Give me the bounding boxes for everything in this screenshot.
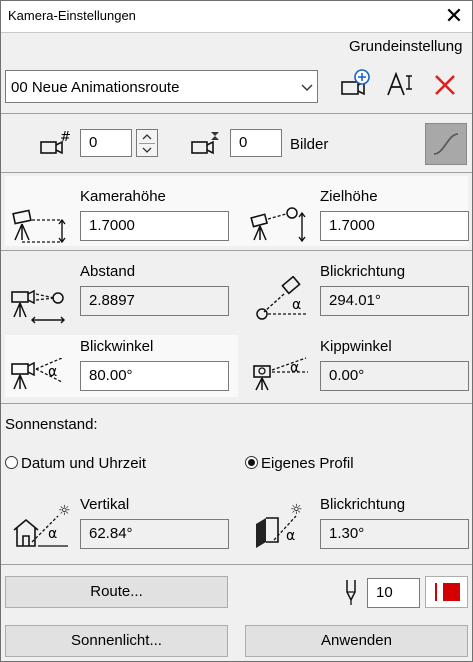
sun-direction-icon: ☼ α — [256, 502, 303, 548]
target-height-label: Zielhöhe — [320, 188, 378, 205]
pen-icon — [346, 580, 356, 605]
svg-text:α: α — [286, 528, 295, 544]
target-height-icon — [250, 207, 306, 243]
divider — [1, 564, 472, 565]
svg-text:α: α — [48, 364, 57, 380]
images-label: Bilder — [290, 136, 329, 153]
camera-count-icon: # — [40, 131, 70, 155]
window-title: Kamera-Einstellungen — [8, 8, 136, 23]
rename-icon[interactable] — [386, 70, 416, 98]
sun-vertical-icon: ☼ α — [13, 503, 71, 547]
view-angle-icon: α — [11, 358, 63, 390]
svg-text:☼: ☼ — [290, 502, 303, 518]
view-angle-input[interactable]: 80.00° — [80, 361, 229, 391]
sunlight-button[interactable]: Sonnenlicht... — [5, 625, 228, 657]
svg-text:α: α — [292, 297, 301, 313]
divider — [1, 32, 472, 33]
svg-text:α: α — [290, 360, 299, 376]
camera-height-icon — [12, 209, 66, 244]
sun-direction-label: Blickrichtung — [320, 496, 406, 513]
view-direction-icon: α — [256, 276, 306, 320]
camera-height-input[interactable]: 1.7000 — [80, 211, 229, 241]
divider — [1, 172, 472, 173]
radio-profile-label[interactable]: Eigenes Profil — [261, 455, 354, 472]
images-count-input[interactable]: 0 — [230, 129, 282, 157]
tilt-angle-value: 0.00° — [320, 361, 469, 391]
divider — [1, 250, 472, 251]
chevron-down-icon[interactable] — [142, 146, 152, 154]
add-camera-icon[interactable] — [340, 68, 372, 100]
pen-thickness-input[interactable]: 10 — [367, 578, 420, 608]
preset-label[interactable]: Grundeinstellung — [349, 38, 462, 55]
distance-icon — [11, 289, 65, 324]
chevron-up-icon[interactable] — [142, 133, 152, 141]
camera-height-label: Kamerahöhe — [80, 188, 166, 205]
view-direction-value: 294.01° — [320, 286, 469, 316]
camera-count-input[interactable]: 0 — [80, 129, 132, 157]
route-dropdown[interactable]: 00 Neue Animationsroute — [5, 70, 318, 103]
svg-text:#: # — [60, 131, 70, 145]
svg-text:α: α — [48, 526, 57, 542]
radio-datetime[interactable] — [5, 456, 18, 469]
curve-button[interactable] — [425, 123, 467, 165]
tilt-angle-label: Kippwinkel — [320, 338, 392, 355]
frames-hourglass-icon — [191, 132, 219, 155]
svg-text:☼: ☼ — [58, 503, 71, 519]
sun-section-label: Sonnenstand: — [5, 416, 98, 433]
route-dropdown-value: 00 Neue Animationsroute — [11, 79, 180, 96]
stop-icon — [435, 583, 460, 601]
divider — [1, 113, 472, 114]
radio-profile[interactable] — [245, 456, 258, 469]
distance-value: 2.8897 — [80, 286, 229, 316]
camera-count-stepper[interactable] — [136, 129, 158, 157]
sun-direction-value: 1.30° — [320, 519, 469, 549]
curve-icon — [433, 133, 459, 155]
route-button[interactable]: Route... — [5, 576, 228, 608]
target-height-input[interactable]: 1.7000 — [320, 211, 469, 241]
apply-button[interactable]: Anwenden — [245, 625, 468, 657]
divider — [1, 403, 472, 404]
view-direction-label: Blickrichtung — [320, 263, 406, 280]
distance-label: Abstand — [80, 263, 136, 280]
sun-vertical-value: 62.84° — [80, 519, 229, 549]
tilt-angle-icon: α — [253, 357, 308, 391]
chevron-down-icon — [301, 84, 313, 91]
radio-datetime-label[interactable]: Datum und Uhrzeit — [21, 455, 146, 472]
delete-icon[interactable] — [433, 73, 457, 97]
sun-vertical-label: Vertikal — [80, 496, 130, 513]
close-icon[interactable]: ✕ — [440, 2, 468, 30]
stop-button[interactable] — [425, 576, 468, 608]
view-angle-label: Blickwinkel — [80, 338, 154, 355]
